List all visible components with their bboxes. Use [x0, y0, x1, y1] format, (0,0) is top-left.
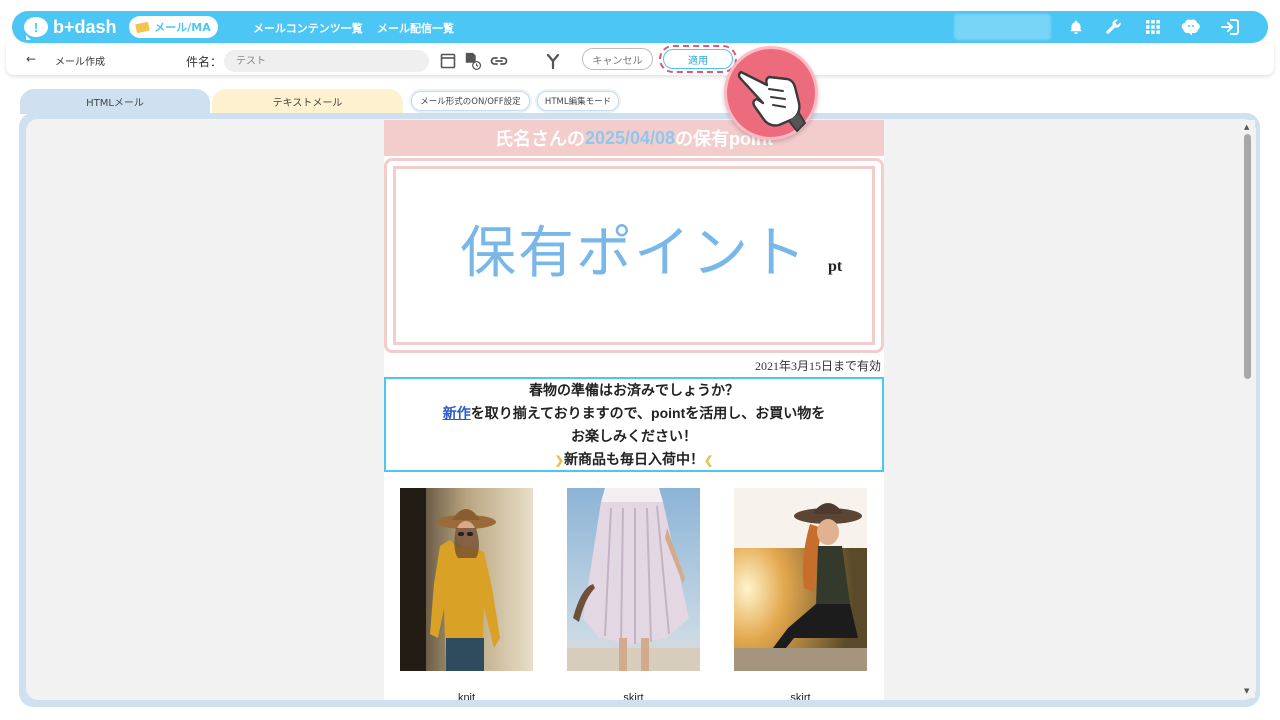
bdash-logo[interactable]: ! b+dash — [24, 15, 117, 40]
header-date: 2025/04/08 — [584, 127, 676, 148]
pointing-hand-overlay — [724, 46, 818, 140]
back-arrow-icon[interactable]: ← — [26, 52, 36, 66]
tab-text-mail[interactable]: テキストメール — [212, 89, 403, 114]
point-balance-label: 保有ポイント — [460, 221, 808, 286]
link-settings-icon[interactable] — [490, 52, 508, 70]
pointing-hand-icon — [737, 70, 806, 132]
campaign-message-box: 春物の準備はお済みでしょうか？ 新作を取り揃えておりますので、pointを活用し… — [384, 377, 884, 472]
product-label-skirt-1: skirt — [623, 692, 644, 700]
html-edit-mode-button[interactable]: HTML編集モード — [537, 91, 619, 111]
apply-button[interactable]: 適用 — [663, 49, 733, 69]
account-info-blurred[interactable] — [954, 14, 1051, 40]
app-root: ! b+dash メール/MA メールコンテンツ一覧 メール配信一覧 ← メール… — [0, 0, 1280, 720]
message-line-1: 春物の準備はお済みでしょうか？ — [529, 382, 739, 398]
message-line-3: お楽しみください！ — [571, 428, 697, 444]
tab-html-mail[interactable]: HTMLメール — [20, 89, 210, 114]
message-line-4: ❯新商品も毎日入荷中！❮ — [386, 448, 882, 471]
scroll-up-arrow-icon[interactable]: ▲ — [1244, 123, 1249, 131]
editor-scrollbar-thumb[interactable] — [1244, 134, 1251, 379]
logo-text: b+dash — [53, 16, 117, 37]
product-label-skirt-2: skirt — [790, 692, 811, 700]
brain-icon[interactable] — [1180, 16, 1202, 38]
product-label-knit: knit — [457, 692, 476, 700]
preview-window-icon[interactable] — [439, 52, 457, 70]
schedule-document-icon[interactable] — [464, 52, 482, 71]
nav-mail-ma-button[interactable]: メール/MA — [129, 16, 218, 38]
sparkle-left-icon: ❯ — [554, 455, 564, 467]
bell-icon[interactable] — [1065, 16, 1087, 38]
page-title: メール作成 — [55, 57, 105, 68]
nav-mail-ma-label: メール/MA — [154, 21, 211, 34]
email-preview[interactable]: 氏名さんの 2025/04/08 の保有point 保有ポイント pt 2021年3… — [384, 120, 884, 700]
product-image-skirt-2[interactable] — [734, 488, 867, 671]
mail-editor-toolbar: ← メール作成 件名： キャンセル 適用 — [6, 44, 1274, 75]
new-arrivals-link[interactable]: 新作 — [443, 405, 471, 421]
point-unit: pt — [828, 258, 843, 275]
envelope-icon — [135, 21, 151, 33]
logout-icon[interactable] — [1219, 16, 1241, 38]
nav-mail-contents-link[interactable]: メールコンテンツ一覧 — [253, 20, 363, 36]
merge-tag-icon[interactable] — [544, 52, 562, 70]
wrench-icon[interactable] — [1103, 16, 1125, 38]
point-expiry-text: 2021年3月15日まで有効 — [754, 359, 881, 373]
scroll-down-arrow-icon[interactable]: ▼ — [1244, 687, 1249, 695]
message-line-2-text: を取り揃えておりますので、pointを活用し、お買い物を — [470, 405, 826, 421]
message-line-2: 新作を取り揃えておりますので、pointを活用し、お買い物を — [386, 402, 882, 425]
top-navigation-bar: ! b+dash メール/MA メールコンテンツ一覧 メール配信一覧 — [12, 11, 1268, 43]
nav-mail-delivery-link[interactable]: メール配信一覧 — [377, 20, 454, 36]
sparkle-right-icon: ❮ — [704, 455, 714, 467]
subject-label: 件名： — [186, 55, 223, 69]
mail-format-toggle-button[interactable]: メール形式のON/OFF設定 — [411, 91, 530, 111]
logo-bubble-icon: ! — [24, 17, 48, 40]
product-image-knit[interactable] — [400, 488, 533, 671]
product-image-skirt-1[interactable] — [567, 488, 700, 671]
cancel-button[interactable]: キャンセル — [582, 48, 653, 70]
subject-input[interactable] — [224, 50, 429, 72]
message-line-4-text: 新商品も毎日入荷中！ — [564, 451, 704, 467]
header-customer-name: 氏名さんの — [494, 129, 585, 149]
grid-icon[interactable] — [1142, 16, 1164, 38]
